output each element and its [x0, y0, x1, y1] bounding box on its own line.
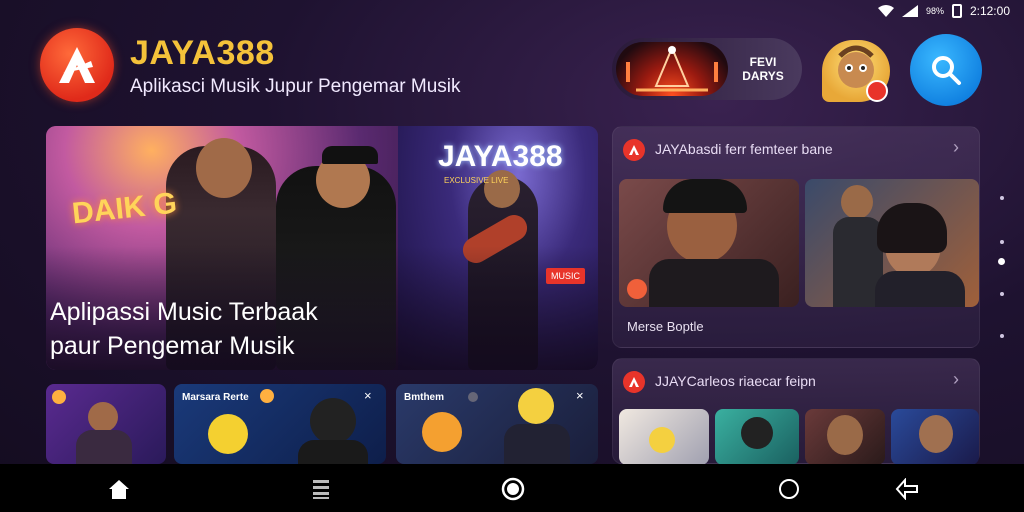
playlist-panel-2[interactable]: JJAYCarleos riaecar feipn › [612, 358, 980, 465]
panel-2-logo-icon [623, 371, 645, 393]
hero-brand-sub: EXCLUSIVE LIVE [444, 176, 509, 185]
home-icon [109, 480, 129, 499]
character-body [298, 440, 368, 464]
panel-1-title: JAYAbasdi ferr femteer bane [655, 141, 833, 157]
back-icon [895, 478, 918, 500]
card-2-close-button[interactable]: × [364, 388, 372, 403]
signal-icon [901, 5, 918, 17]
panel-1-thumb-1[interactable] [619, 179, 799, 307]
hero-title: Aplipassi Music Terbaak [50, 298, 318, 326]
menu-icon [313, 480, 329, 499]
card-3[interactable]: Bmthem × [396, 384, 598, 464]
menu-button[interactable] [306, 474, 336, 504]
emoji-body [504, 424, 570, 464]
hair-icon [877, 203, 947, 253]
panel-2-thumb-3[interactable] [805, 409, 885, 465]
card-2[interactable]: Marsara Rerte × [174, 384, 386, 464]
promo-pill[interactable]: FEVI DARYS [612, 38, 802, 100]
thumb-4-head [919, 415, 953, 453]
clock: 2:12:00 [969, 4, 1010, 18]
card-3-label: Bmthem [404, 392, 445, 403]
character-head-icon [741, 417, 773, 449]
back-button[interactable] [892, 474, 922, 504]
home-button[interactable] [104, 474, 134, 504]
hero-live-badge: MUSIC [546, 268, 585, 284]
card-2-badge-icon [260, 389, 274, 403]
panel-2-thumb-4[interactable] [891, 409, 979, 465]
app-tagline: Aplikasci Musik Jupur Pengemar Musik [130, 76, 461, 97]
playlist-panel-1[interactable]: JAYAbasdi ferr femteer bane › Merse Bopt… [612, 126, 980, 348]
promo-label: FEVI DARYS [728, 55, 798, 83]
cap-icon [663, 179, 747, 213]
recents-button[interactable] [774, 474, 804, 504]
spotlight-icon [52, 390, 66, 404]
panel-1-thumb-caption: Merse Boptle [627, 319, 704, 334]
pager-dot[interactable] [1000, 292, 1004, 296]
thumb-3-head [827, 415, 863, 455]
hero-subtitle: paur Pengemar Musik [50, 332, 295, 360]
thumb-1-body [649, 259, 779, 307]
character-head-icon [310, 398, 356, 444]
logo-icon [59, 47, 95, 83]
card-1[interactable] [46, 384, 166, 464]
search-button[interactable] [910, 34, 982, 106]
app-name: JAYA388 [130, 34, 275, 72]
card-2-label: Marsara Rerte [182, 392, 249, 403]
thumb-2-head-1 [841, 185, 873, 219]
card-1-body [76, 430, 132, 464]
pager-dot[interactable] [1000, 196, 1004, 200]
record-icon [501, 477, 525, 501]
wifi-icon [877, 5, 894, 17]
panel-2-title: JJAYCarleos riaecar feipn [655, 373, 816, 389]
battery-icon [951, 4, 962, 18]
panel-1-chevron-icon[interactable]: › [953, 137, 959, 158]
play-icon[interactable] [627, 279, 647, 299]
pager-dot-active[interactable] [998, 258, 1005, 265]
emoji-icon [649, 427, 675, 453]
sun-character-icon [422, 412, 462, 452]
panel-2-chevron-icon[interactable]: › [953, 369, 959, 390]
notification-badge [866, 80, 888, 102]
promo-thumbnail [616, 42, 728, 96]
panel-2-thumb-2[interactable] [715, 409, 799, 465]
hero-brand: JAYA388 [438, 140, 563, 173]
hero-singer-1-head [196, 138, 252, 198]
panel-2-thumb-1[interactable] [619, 409, 709, 465]
battery-percent: 98% [925, 6, 944, 16]
emoji-character-icon [208, 414, 248, 454]
cap-icon [322, 146, 378, 164]
app-logo[interactable] [40, 28, 114, 102]
pager-dot[interactable] [1000, 240, 1004, 244]
pager-dot[interactable] [1000, 334, 1004, 338]
record-button[interactable] [498, 474, 528, 504]
promo-label-line1: FEVI [749, 55, 777, 69]
card-3-dot-icon [468, 392, 478, 402]
panel-1-logo-icon [623, 139, 645, 161]
status-bar: 98% 2:12:00 [877, 4, 1010, 18]
circle-icon [779, 479, 799, 499]
promo-label-line2: DARYS [742, 69, 784, 83]
search-icon [932, 56, 961, 85]
card-1-head [88, 402, 118, 432]
panel-1-thumb-2[interactable] [805, 179, 979, 307]
emoji-head-icon [518, 388, 554, 424]
thumb-2-body-2 [875, 271, 965, 307]
card-3-close-button[interactable]: × [576, 388, 584, 403]
